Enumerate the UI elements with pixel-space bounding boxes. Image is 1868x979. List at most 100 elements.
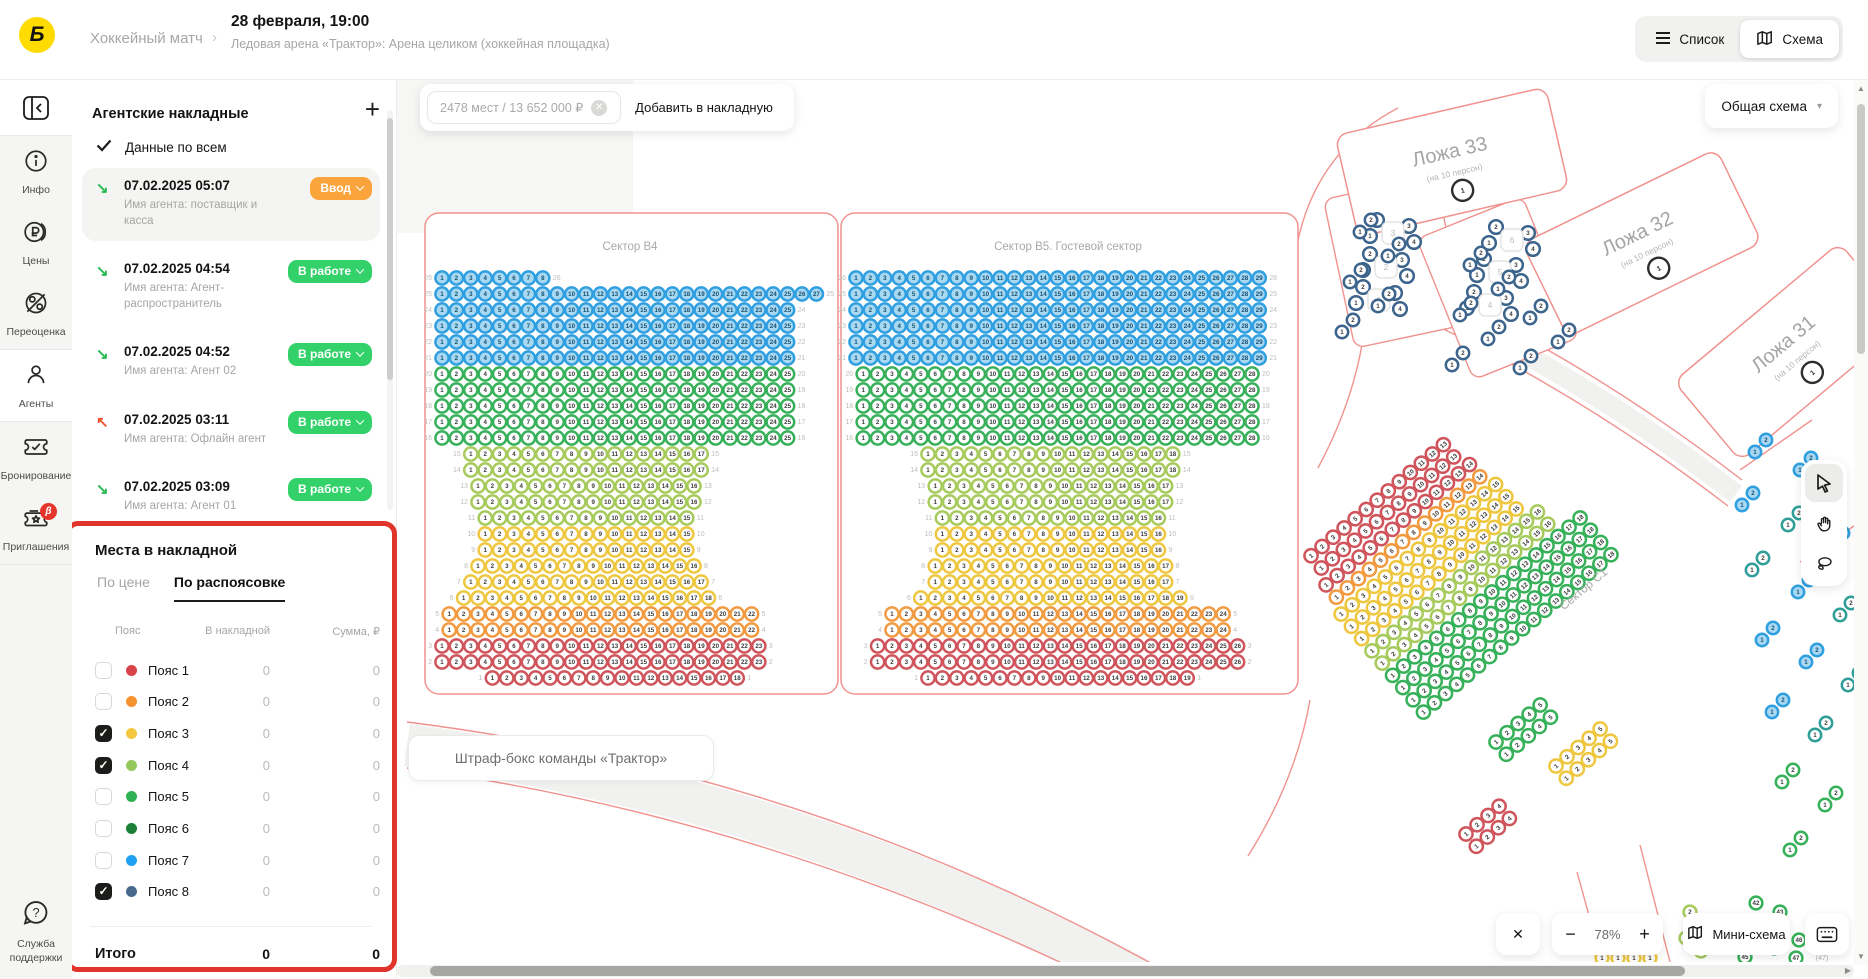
svg-text:3: 3	[476, 627, 480, 634]
lasso-tool-button[interactable]	[1805, 544, 1843, 582]
status-badge[interactable]: В работе	[288, 411, 372, 434]
invoice-row[interactable]: ↘ 07.02.2025 03:09 Имя агента: Агент 01 …	[82, 469, 380, 527]
invoice-row[interactable]: ↘ 07.02.2025 04:54 Имя агента: Агент-рас…	[82, 251, 380, 324]
svg-text:9: 9	[563, 627, 567, 634]
svg-text:13: 13	[1105, 499, 1112, 506]
select-tool-button[interactable]	[1805, 464, 1843, 502]
horizontal-scrollbar[interactable]: ▶	[397, 965, 1854, 977]
svg-text:2: 2	[876, 371, 880, 378]
status-badge[interactable]: В работе	[288, 343, 372, 366]
vertical-scroll-thumb[interactable]	[1857, 104, 1865, 354]
scroll-up-icon[interactable]: ▲	[1857, 84, 1865, 93]
all-agents-row[interactable]: Данные по всем	[96, 132, 227, 162]
pan-tool-button[interactable]	[1805, 504, 1843, 542]
view-schema-button[interactable]: Схема	[1740, 20, 1839, 58]
close-mode-button[interactable]: ✕	[1496, 913, 1540, 955]
svg-text:6: 6	[991, 595, 995, 602]
scroll-down-icon[interactable]: ▼	[1857, 952, 1865, 961]
status-badge[interactable]: В работе	[288, 260, 372, 283]
svg-text:2: 2	[1761, 555, 1765, 562]
belt-checkbox[interactable]	[95, 693, 112, 710]
tab-by-price[interactable]: По цене	[97, 574, 150, 602]
selection-input[interactable]: 2478 мест / 13 652 000 ₽ ✕	[427, 91, 621, 124]
c1-red-ext[interactable]: 12341234	[1457, 797, 1519, 856]
view-list-button[interactable]: Список	[1639, 20, 1740, 58]
status-badge[interactable]: В работе	[288, 478, 372, 501]
svg-text:2: 2	[1764, 437, 1768, 444]
horizontal-scroll-thumb[interactable]	[430, 966, 1685, 976]
belt-checkbox[interactable]	[95, 662, 112, 679]
add-invoice-button[interactable]: +	[365, 96, 380, 122]
seat-pair[interactable]: 12	[1446, 347, 1469, 371]
sidebar-item-prices[interactable]: Цены	[0, 207, 72, 278]
tab-by-belts[interactable]: По распоясовке	[174, 574, 285, 602]
svg-text:5: 5	[498, 419, 502, 426]
add-to-invoice-button[interactable]: Добавить в накладную	[621, 100, 787, 115]
svg-text:7: 7	[1020, 579, 1024, 586]
seat-pair[interactable]: 12	[1736, 487, 1759, 511]
seat-pair[interactable]: 12	[1746, 552, 1769, 576]
breadcrumb[interactable]: Хоккейный матч	[90, 30, 203, 47]
zoom-in-button[interactable]: +	[1628, 924, 1662, 945]
seat-pair[interactable]: 12	[1834, 597, 1854, 621]
belt-checkbox[interactable]	[95, 883, 112, 900]
sidebar-item-invitations[interactable]: β Приглашения	[0, 493, 72, 564]
svg-text:5: 5	[912, 291, 916, 298]
seat-pair[interactable]: 12	[1842, 667, 1854, 691]
svg-text:2: 2	[1494, 224, 1498, 231]
svg-text:21: 21	[1141, 275, 1148, 282]
svg-text:4: 4	[1398, 306, 1402, 313]
sidebar-item-booking[interactable]: Бронирование	[0, 422, 72, 493]
belt-checkbox[interactable]	[95, 757, 112, 774]
collapse-panel-icon[interactable]	[22, 95, 50, 121]
lodge[interactable]: Ложа 31(на 10 персон)1	[1674, 243, 1854, 462]
keyboard-shortcuts-button[interactable]	[1805, 913, 1849, 955]
sidebar-item-info[interactable]: Инфо	[0, 136, 72, 207]
belt-checkbox[interactable]	[95, 725, 112, 742]
svg-text:2: 2	[948, 579, 952, 586]
seat-pair[interactable]: 12	[1819, 787, 1842, 811]
svg-text:15: 15	[1054, 307, 1061, 314]
seat-pair[interactable]: 12	[1776, 764, 1799, 788]
ruble-icon	[23, 219, 49, 250]
sidebar-item-support[interactable]: ? Служба поддержки	[0, 898, 72, 965]
seat-pair[interactable]: 12	[1784, 832, 1807, 856]
arena-map[interactable]: Сектор B4Сектор B5. Гостевой сектор26261…	[397, 80, 1854, 962]
svg-text:5: 5	[1233, 611, 1237, 618]
zoom-out-button[interactable]: −	[1554, 924, 1588, 945]
sidebar-item-repricing[interactable]: Переоценка	[0, 278, 72, 349]
clear-selection-icon[interactable]: ✕	[591, 100, 607, 116]
seat-pair[interactable]: 12	[1809, 717, 1832, 741]
yandex-tickets-logo[interactable]: Б	[19, 17, 55, 53]
belt-checkbox[interactable]	[95, 852, 112, 869]
svg-text:14: 14	[669, 547, 676, 554]
sidebar-item-agents[interactable]: Агенты	[0, 350, 72, 421]
seat-pair[interactable]: 12	[1756, 622, 1779, 646]
status-badge[interactable]: Ввод	[310, 177, 372, 200]
seating-chart[interactable]: Сектор B4Сектор B5. Гостевой сектор26261…	[397, 80, 1854, 962]
c1-yellow-ext[interactable]: 1234512345	[1547, 720, 1620, 788]
seat-pair[interactable]: 12	[1800, 644, 1823, 668]
svg-text:4: 4	[897, 307, 901, 314]
seat-pair[interactable]: 12	[1766, 694, 1789, 718]
c1-green-ext[interactable]: 1234512345	[1487, 696, 1560, 764]
minimap-button[interactable]: Мини-схема	[1683, 913, 1790, 955]
invoice-row[interactable]: ↖ 07.02.2025 03:11 Имя агента: Офлайн аг…	[82, 402, 380, 460]
svg-text:1: 1	[1788, 847, 1792, 854]
invoice-row[interactable]: ↘ 07.02.2025 04:52 Имя агента: Агент 02 …	[82, 334, 380, 392]
svg-text:4: 4	[1233, 627, 1237, 634]
sector-c1[interactable]: 1234567891011121312345678910111213123456…	[1291, 398, 1621, 721]
belt-checkbox[interactable]	[95, 820, 112, 837]
svg-text:19: 19	[798, 387, 806, 394]
vertical-scrollbar[interactable]: ▲ ▼	[1854, 80, 1868, 965]
zoom-level: 78%	[1588, 927, 1628, 942]
svg-text:13: 13	[1025, 275, 1032, 282]
panel-scrollbar[interactable]	[387, 110, 393, 510]
svg-text:9: 9	[1049, 483, 1053, 490]
scheme-select[interactable]: Общая схема ▾	[1705, 84, 1838, 128]
svg-text:15: 15	[1126, 451, 1133, 458]
svg-text:5: 5	[505, 611, 509, 618]
invoice-row[interactable]: ↘ 07.02.2025 05:07 Имя агента: поставщик…	[82, 168, 380, 241]
belt-checkbox[interactable]	[95, 788, 112, 805]
scroll-right-icon[interactable]: ▶	[1845, 966, 1851, 975]
